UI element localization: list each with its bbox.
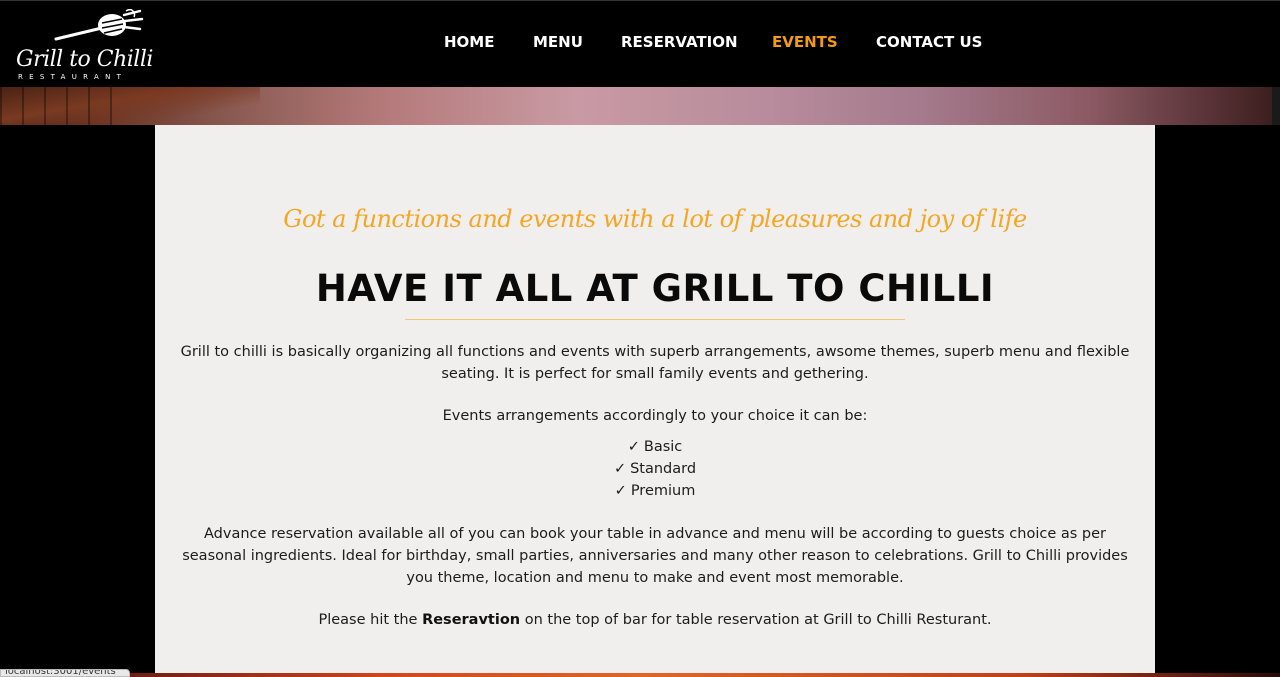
intro-paragraph: Grill to chilli is basically organizing … (180, 344, 1130, 382)
nav-menu[interactable]: MENU (533, 33, 583, 51)
cta-text-after: on the top of bar for table reservation … (520, 612, 992, 628)
advance-reservation-paragraph: Advance reservation available all of you… (182, 526, 1128, 586)
list-item: ✓ Standard (155, 458, 1155, 480)
arrangement-options-list: ✓ Basic ✓ Standard ✓ Premium (155, 436, 1155, 502)
page-title: HAVE IT ALL AT GRILL TO CHILLI (315, 267, 995, 310)
reservation-cta: Please hit the Reseravtion on the top of… (180, 609, 1130, 631)
browser-status-bar: localhost:3001/events (0, 669, 130, 677)
nav-contact-us[interactable]: CONTACT US (876, 33, 982, 51)
main-nav: HOME MENU RESERVATION EVENTS CONTACT US (0, 33, 1280, 57)
nav-events[interactable]: EVENTS (772, 33, 838, 51)
logo-subtitle: RESTAURANT (18, 73, 128, 81)
nav-home[interactable]: HOME (444, 33, 494, 51)
cta-reservation-emphasis: Reseravtion (422, 612, 521, 628)
hero-banner-image (0, 87, 1280, 125)
site-header: Grill to Chilli RESTAURANT HOME MENU RES… (0, 0, 1280, 87)
check-icon: ✓ (627, 439, 640, 455)
check-icon: ✓ (613, 461, 627, 477)
check-icon: ✓ (614, 483, 627, 499)
hero-beams-decoration (0, 87, 120, 125)
events-tagline: Got a functions and events with a lot of… (283, 205, 1027, 233)
hero-edge (1272, 87, 1280, 125)
option-premium: Premium (630, 483, 696, 499)
footer-glow-decoration (0, 673, 1280, 677)
option-standard: Standard (630, 461, 697, 477)
arrangements-intro: Events arrangements accordingly to your … (442, 408, 868, 424)
events-content-card: Got a functions and events with a lot of… (155, 125, 1155, 677)
title-divider (405, 319, 905, 320)
status-url: localhost:3001/events (5, 669, 116, 677)
nav-reservation[interactable]: RESERVATION (621, 33, 738, 51)
list-item: ✓ Basic (155, 436, 1155, 458)
option-basic: Basic (643, 439, 683, 455)
list-item: ✓ Premium (155, 480, 1155, 502)
cta-text-before: Please hit the (318, 612, 423, 628)
